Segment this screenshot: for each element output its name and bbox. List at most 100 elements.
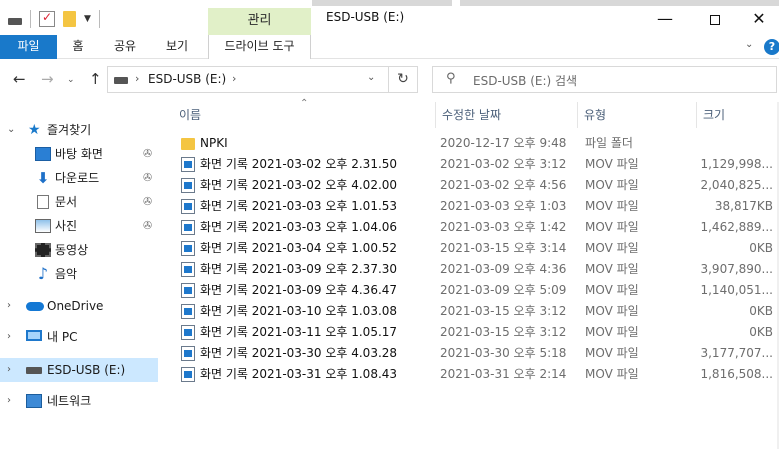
sidebar-item-videos[interactable]: 동영상 xyxy=(0,238,158,262)
recent-locations-chevron-icon[interactable]: ⌄ xyxy=(67,75,75,85)
collapsed-chevron-icon[interactable]: › xyxy=(7,389,11,413)
tab-home[interactable]: 홈 xyxy=(66,35,90,59)
file-date: 2021-03-30 오후 5:18 xyxy=(440,346,567,360)
folder-row[interactable]: NPKI 2020-12-17 오후 9:48 파일 폴더 xyxy=(173,133,779,154)
expand-ribbon-chevron-icon[interactable]: ⌄ xyxy=(745,39,753,50)
address-bar[interactable]: › ESD-USB (E:) › ⌄ xyxy=(107,66,389,93)
collapsed-chevron-icon[interactable]: › xyxy=(7,294,11,318)
file-type: MOV 파일 xyxy=(585,178,639,192)
breadcrumb-chevron-icon[interactable]: › xyxy=(135,72,139,85)
back-arrow-icon[interactable]: ← xyxy=(13,70,26,88)
sidebar-item-label: 사진 xyxy=(55,219,78,233)
video-icon xyxy=(35,243,51,257)
sidebar-item-label: 바탕 화면 xyxy=(55,147,103,161)
sidebar-item-quick-access[interactable]: ⌄ ★ 즐겨찾기 xyxy=(0,118,158,142)
column-header-date[interactable]: 수정한 날짜 xyxy=(436,102,578,128)
file-row[interactable]: 화면 기록 2021-03-02 오후 4.02.00 2021-03-02 오후… xyxy=(173,175,779,196)
file-name: 화면 기록 2021-03-09 오후 4.36.47 xyxy=(200,283,398,297)
title-bar: ▼ 관리 ESD-USB (E:) — ✕ xyxy=(0,0,779,36)
file-row[interactable]: 화면 기록 2021-03-11 오후 1.05.17 2021-03-15 오후… xyxy=(173,322,779,343)
file-name: 화면 기록 2021-03-02 오후 2.31.50 xyxy=(200,157,398,171)
sidebar-item-this-pc[interactable]: › 내 PC xyxy=(0,325,158,349)
sidebar-item-usb-drive[interactable]: › ESD-USB (E:) xyxy=(0,358,158,382)
file-date: 2020-12-17 오후 9:48 xyxy=(440,136,567,150)
video-file-icon xyxy=(181,178,195,193)
manage-context-tab[interactable]: 관리 xyxy=(208,8,311,36)
help-icon[interactable]: ? xyxy=(764,39,779,55)
file-type: MOV 파일 xyxy=(585,199,639,213)
file-date: 2021-03-15 오후 3:12 xyxy=(440,325,567,339)
sidebar-item-label: ESD-USB (E:) xyxy=(47,363,126,377)
tab-view[interactable]: 보기 xyxy=(160,35,194,59)
pin-icon[interactable]: ✇ xyxy=(143,142,152,166)
toolbar-divider xyxy=(98,10,100,28)
address-dropdown-chevron-icon[interactable]: ⌄ xyxy=(367,72,375,83)
sidebar-item-onedrive[interactable]: › OneDrive xyxy=(0,294,158,318)
maximize-icon xyxy=(710,14,720,25)
expanded-chevron-icon[interactable]: ⌄ xyxy=(7,118,15,142)
music-icon: ♪ xyxy=(37,264,49,283)
column-header-type[interactable]: 유형 xyxy=(578,102,697,128)
maximize-button[interactable] xyxy=(692,4,738,34)
file-row[interactable]: 화면 기록 2021-03-31 오후 1.08.43 2021-03-31 오후… xyxy=(173,364,779,385)
breadcrumb-path[interactable]: ESD-USB (E:) xyxy=(148,72,226,86)
file-name: 화면 기록 2021-03-03 오후 1.04.06 xyxy=(200,220,398,234)
file-row[interactable]: 화면 기록 2021-03-03 오후 1.04.06 2021-03-03 오후… xyxy=(173,217,779,238)
sidebar-item-label: 음악 xyxy=(55,267,78,281)
file-row[interactable]: 화면 기록 2021-03-10 오후 1.03.08 2021-03-15 오후… xyxy=(173,301,779,322)
file-size: 2,040,825... xyxy=(700,178,773,192)
tab-file[interactable]: 파일 xyxy=(0,35,57,59)
forward-arrow-icon[interactable]: → xyxy=(41,70,54,88)
refresh-button[interactable]: ↻ xyxy=(389,66,418,93)
up-arrow-icon[interactable]: ↑ xyxy=(89,70,102,88)
customize-toolbar-chevron-down-icon[interactable]: ▼ xyxy=(84,14,91,24)
sidebar-item-label: 내 PC xyxy=(47,330,78,344)
address-row: ← → ⌄ ↑ › ESD-USB (E:) › ⌄ ↻ ⚲ ESD-USB (… xyxy=(0,59,779,102)
file-size: 1,140,051... xyxy=(700,283,773,297)
sidebar-item-downloads[interactable]: ⬇ 다운로드 ✇ xyxy=(0,166,158,190)
tab-drive-tools[interactable]: 드라이브 도구 xyxy=(208,35,311,59)
properties-icon[interactable] xyxy=(39,10,55,27)
video-file-icon xyxy=(181,325,195,340)
sidebar-item-label: 즐겨찾기 xyxy=(47,123,92,137)
new-folder-icon[interactable] xyxy=(63,11,76,27)
video-file-icon xyxy=(181,241,195,256)
video-file-icon xyxy=(181,346,195,361)
drive-icon[interactable] xyxy=(8,18,22,25)
file-row[interactable]: 화면 기록 2021-03-02 오후 2.31.50 2021-03-02 오후… xyxy=(173,154,779,175)
file-name: 화면 기록 2021-03-11 오후 1.05.17 xyxy=(200,325,398,339)
file-type: MOV 파일 xyxy=(585,241,639,255)
tab-share[interactable]: 공유 xyxy=(108,35,142,59)
sidebar-item-network[interactable]: › 네트워크 xyxy=(0,389,158,413)
file-type: MOV 파일 xyxy=(585,220,639,234)
video-file-icon xyxy=(181,220,195,235)
sidebar-item-pictures[interactable]: 사진 ✇ xyxy=(0,214,158,238)
file-row[interactable]: 화면 기록 2021-03-09 오후 2.37.30 2021-03-09 오후… xyxy=(173,259,779,280)
minimize-button[interactable]: — xyxy=(642,4,688,34)
sidebar-item-label: 다운로드 xyxy=(55,171,100,185)
file-row[interactable]: 화면 기록 2021-03-09 오후 4.36.47 2021-03-09 오후… xyxy=(173,280,779,301)
file-type: MOV 파일 xyxy=(585,304,639,318)
close-button[interactable]: ✕ xyxy=(736,4,779,34)
column-header-name[interactable]: 이름 xyxy=(173,102,436,128)
sidebar-item-music[interactable]: ♪ 음악 xyxy=(0,262,158,286)
search-input[interactable]: ⚲ ESD-USB (E:) 검색 xyxy=(432,66,777,93)
desktop-icon xyxy=(35,147,51,161)
file-row[interactable]: 화면 기록 2021-03-30 오후 4.03.28 2021-03-30 오후… xyxy=(173,343,779,364)
column-header-size[interactable]: 크기 xyxy=(697,102,779,128)
breadcrumb-chevron-icon[interactable]: › xyxy=(232,72,236,85)
pin-icon[interactable]: ✇ xyxy=(143,214,152,238)
video-file-icon xyxy=(181,157,195,172)
pin-icon[interactable]: ✇ xyxy=(143,190,152,214)
star-icon: ★ xyxy=(28,122,41,138)
file-date: 2021-03-15 오후 3:14 xyxy=(440,241,567,255)
sidebar-item-documents[interactable]: 문서 ✇ xyxy=(0,190,158,214)
pin-icon[interactable]: ✇ xyxy=(143,166,152,190)
usb-drive-icon xyxy=(26,367,42,374)
collapsed-chevron-icon[interactable]: › xyxy=(7,325,11,349)
file-date: 2021-03-03 오후 1:42 xyxy=(440,220,567,234)
sidebar-item-desktop[interactable]: 바탕 화면 ✇ xyxy=(0,142,158,166)
file-row[interactable]: 화면 기록 2021-03-04 오후 1.00.52 2021-03-15 오후… xyxy=(173,238,779,259)
collapsed-chevron-icon[interactable]: › xyxy=(7,358,11,382)
file-row[interactable]: 화면 기록 2021-03-03 오후 1.01.53 2021-03-03 오후… xyxy=(173,196,779,217)
